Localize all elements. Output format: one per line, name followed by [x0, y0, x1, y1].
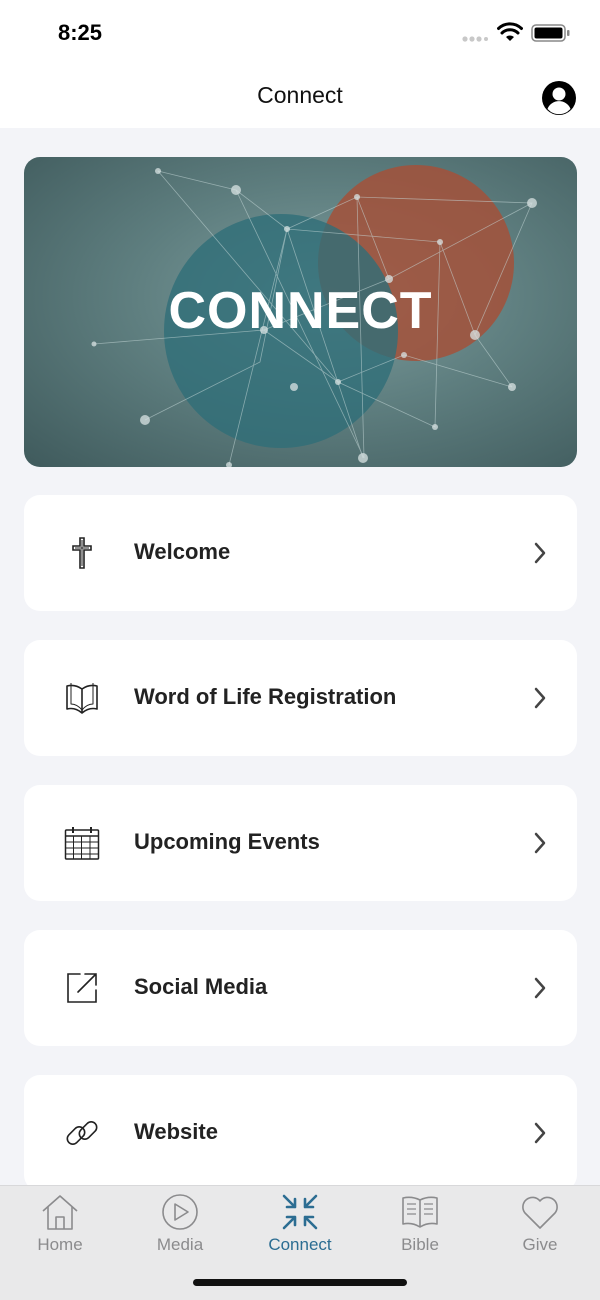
chevron-right-icon [534, 977, 546, 999]
play-icon [162, 1194, 198, 1230]
tab-label: Media [156, 1235, 204, 1254]
wifi-icon [497, 22, 523, 41]
tab-label: Give [522, 1235, 558, 1254]
tab-home[interactable]: Home [0, 1186, 120, 1266]
external-link-icon [67, 973, 97, 1003]
list-item-label: Social Media [134, 974, 268, 999]
tab-label: Bible [401, 1235, 439, 1254]
signal-icon [462, 36, 488, 42]
status-bar: 8:25 [0, 0, 600, 66]
battery-icon [531, 24, 570, 42]
chevron-right-icon [534, 687, 546, 709]
profile-icon[interactable] [541, 80, 577, 116]
nav-bar: Connect [0, 66, 600, 128]
connect-icon [282, 1194, 318, 1230]
list-item-label: Word of Life Registration [134, 684, 397, 709]
list-item-label: Website [134, 1119, 218, 1144]
home-icon [42, 1195, 78, 1230]
tab-media[interactable]: Media [120, 1186, 240, 1266]
bible-icon [402, 1196, 438, 1228]
tab-bible[interactable]: Bible [360, 1186, 480, 1266]
tab-give[interactable]: Give [480, 1186, 600, 1266]
page-title: Connect [257, 82, 343, 108]
tab-connect[interactable]: Connect [240, 1186, 360, 1266]
list-item-website[interactable]: Website [24, 1075, 577, 1191]
heart-icon [522, 1196, 558, 1229]
list-item-label: Upcoming Events [134, 829, 320, 854]
list-item-word-of-life-registration[interactable]: Word of Life Registration [24, 640, 577, 756]
tab-label: Home [37, 1235, 83, 1254]
chevron-right-icon [534, 832, 546, 854]
calendar-icon [64, 827, 100, 860]
list-item-label: Welcome [134, 539, 231, 564]
banner-title: CONNECT [168, 282, 433, 340]
chevron-right-icon [534, 1122, 546, 1144]
book-icon [66, 683, 98, 714]
tab-label: Connect [268, 1235, 332, 1254]
list-item-social-media[interactable]: Social Media [24, 930, 577, 1046]
list-item-welcome[interactable]: Welcome [24, 495, 577, 611]
link-icon [66, 1121, 98, 1145]
status-time: 8:25 [58, 20, 103, 45]
chevron-right-icon [534, 542, 546, 564]
connect-banner[interactable]: CONNECT [24, 157, 577, 467]
list-item-upcoming-events[interactable]: Upcoming Events [24, 785, 577, 901]
cross-icon [72, 537, 92, 569]
home-indicator[interactable] [193, 1279, 407, 1286]
